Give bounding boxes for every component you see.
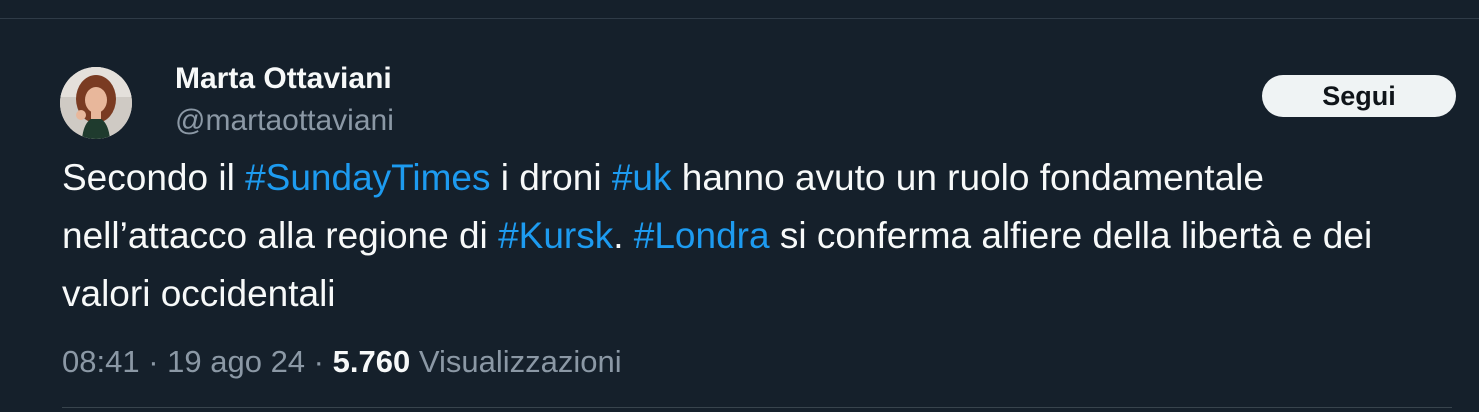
hashtag-link[interactable]: #uk — [612, 157, 672, 198]
tweet-text-segment: . — [613, 215, 634, 256]
tweet-card[interactable]: Marta Ottaviani @martaottaviani Segui Se… — [0, 19, 1479, 412]
tweet-date[interactable]: 19 ago 24 — [167, 344, 305, 379]
author-handle[interactable]: @martaottaviani — [175, 101, 394, 141]
hashtag-link[interactable]: #Kursk — [498, 215, 613, 256]
avatar-photo-icon — [60, 67, 132, 139]
tweet-meta: 08:41 · 19 ago 24 · 5.760 Visualizzazion… — [62, 342, 622, 382]
views-label: Visualizzazioni — [418, 344, 622, 379]
follow-button[interactable]: Segui — [1262, 75, 1456, 117]
avatar[interactable] — [60, 67, 132, 139]
tweet-time[interactable]: 08:41 — [62, 344, 140, 379]
tweet-text-segment: Secondo il — [62, 157, 246, 198]
tweet-text: Secondo il #SundayTimes i droni #uk hann… — [62, 149, 1442, 323]
tweet-text-segment: i droni — [490, 157, 612, 198]
author-display-name[interactable]: Marta Ottaviani — [175, 59, 392, 99]
hashtag-link[interactable]: #SundayTimes — [245, 157, 490, 198]
meta-separator: · — [305, 344, 333, 379]
hashtag-link[interactable]: #Londra — [634, 215, 770, 256]
views-count: 5.760 — [332, 344, 411, 379]
meta-separator: · — [139, 344, 168, 379]
bottom-divider — [62, 407, 1452, 408]
